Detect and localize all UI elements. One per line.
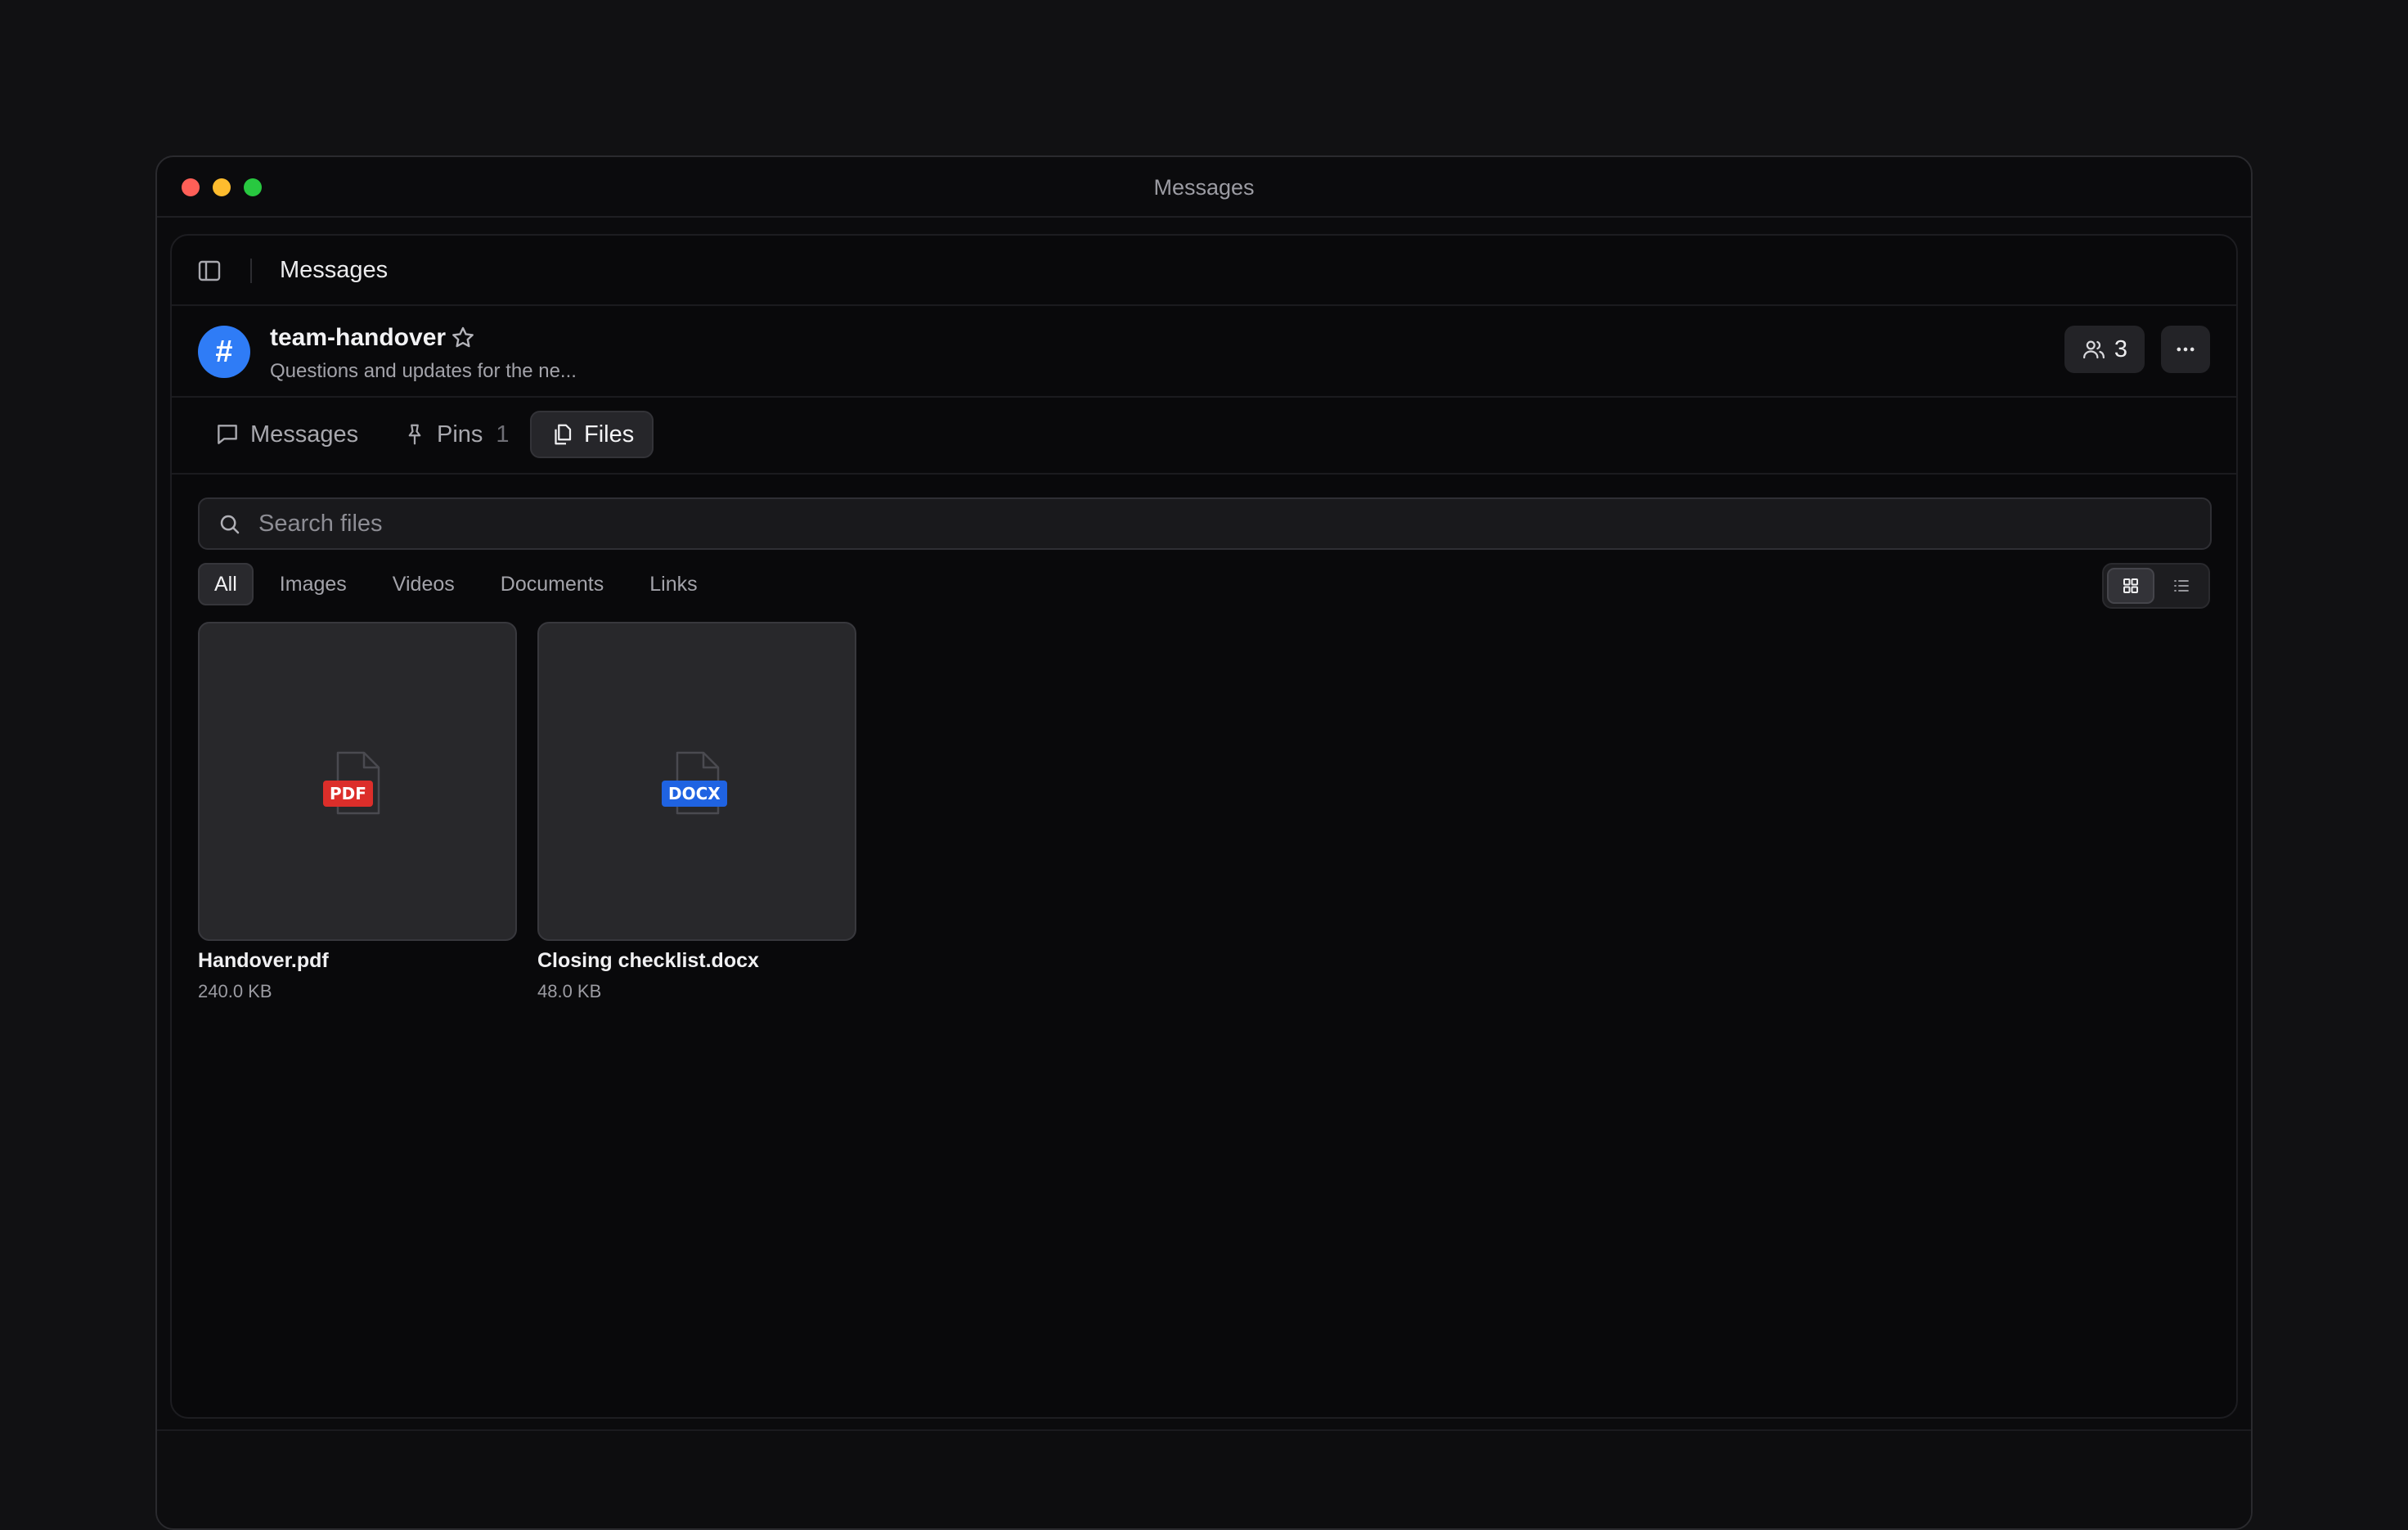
more-options-button[interactable] (2161, 326, 2210, 373)
users-icon (2082, 340, 2105, 359)
main-panel: Messages # team-handover Questions and u… (170, 234, 2238, 1419)
grid-view-button[interactable] (2107, 568, 2154, 604)
tab-pins[interactable]: Pins 1 (384, 411, 528, 458)
topbar-divider (250, 259, 252, 283)
search-input[interactable] (257, 499, 2187, 548)
message-icon (218, 425, 237, 444)
pins-count: 1 (496, 421, 510, 448)
filter-images[interactable]: Images (260, 563, 366, 605)
members-button[interactable]: 3 (2064, 326, 2145, 373)
filter-links[interactable]: Links (630, 563, 717, 605)
grid-icon (2123, 578, 2138, 593)
search-icon (220, 515, 240, 534)
file-type-badge: DOCX (662, 781, 727, 807)
channel-avatar: # (198, 326, 250, 378)
pin-icon (408, 424, 421, 445)
tab-messages-label: Messages (250, 421, 359, 448)
star-icon[interactable] (450, 325, 476, 351)
file-name: Handover.pdf (198, 949, 329, 972)
search-files-field[interactable] (198, 497, 2212, 550)
filter-all[interactable]: All (198, 563, 254, 605)
sidebar-toggle-icon[interactable] (196, 258, 222, 284)
file-card[interactable]: PDF Handover.pdf 240.0 KB (198, 622, 517, 1002)
top-bar: Messages (172, 236, 2236, 306)
member-count: 3 (2114, 335, 2128, 362)
channel-name: team-handover (270, 324, 447, 351)
files-icon (555, 424, 572, 445)
title-bar: Messages (157, 157, 2251, 218)
window-title: Messages (1153, 175, 1255, 200)
file-type-filters: All Images Videos Documents Links (198, 563, 717, 607)
docx-file-icon: DOCX (662, 749, 731, 817)
list-view-button[interactable] (2158, 568, 2205, 604)
channel-description: Questions and updates for the ne... (270, 360, 577, 382)
tab-files-label: Files (584, 421, 635, 448)
file-thumbnail[interactable]: DOCX (537, 622, 856, 941)
app-window: Messages Messages # team-handover Questi… (155, 155, 2253, 1530)
file-name: Closing checklist.docx (537, 949, 759, 972)
filter-documents[interactable]: Documents (481, 563, 623, 605)
ellipsis-icon (2177, 347, 2195, 352)
channel-header: # team-handover Questions and updates fo… (172, 306, 2236, 398)
channel-tabs: Messages Pins 1 Files (172, 398, 2236, 475)
list-icon (2174, 580, 2189, 592)
pdf-file-icon: PDF (323, 749, 392, 817)
file-size: 48.0 KB (537, 981, 602, 1001)
file-type-badge: PDF (323, 781, 373, 807)
bottom-area (157, 1429, 2251, 1528)
view-mode-toggle (2102, 563, 2210, 609)
file-thumbnail[interactable]: PDF (198, 622, 517, 941)
tab-messages[interactable]: Messages (196, 411, 376, 458)
file-size: 240.0 KB (198, 981, 272, 1001)
file-card[interactable]: DOCX Closing checklist.docx 48.0 KB (537, 622, 856, 1002)
filter-videos[interactable]: Videos (373, 563, 474, 605)
page-title: Messages (280, 257, 389, 283)
tab-pins-label: Pins (437, 421, 483, 448)
tab-files[interactable]: Files (530, 411, 654, 458)
